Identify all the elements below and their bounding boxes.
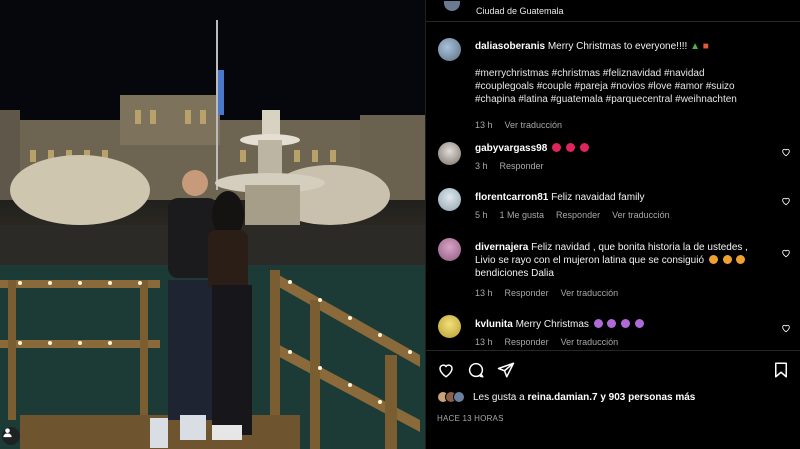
tree-emoji-icon: ▲ [690, 41, 700, 52]
heart-icon[interactable] [437, 361, 455, 379]
comment-like-heart-icon[interactable] [781, 248, 791, 258]
heart-eyes-emoji-icon [565, 143, 575, 152]
comment-username[interactable]: florentcarron81 [475, 192, 548, 203]
laughing-emoji-icon [708, 255, 718, 264]
caption-avatar[interactable] [438, 38, 461, 61]
post-panel: Ciudad de Guatemala daliasoberanis Merry… [425, 0, 800, 449]
comment-time: 13 h [475, 288, 493, 298]
photo-illustration [0, 0, 425, 449]
reply-button[interactable]: Responder [505, 337, 549, 347]
gift-emoji-icon: ■ [702, 41, 709, 52]
translate-link[interactable]: Ver traducción [612, 210, 670, 220]
comment-time: 13 h [475, 337, 493, 347]
comment-icon[interactable] [467, 361, 485, 379]
heart-eyes-emoji-icon [579, 143, 589, 152]
action-bar [426, 350, 800, 390]
reply-button[interactable]: Responder [500, 161, 544, 171]
heart-eyes-emoji-icon [552, 143, 562, 152]
comment-text-line-1: Feliz navidad , que bonita historia la d… [531, 242, 748, 253]
bookmark-icon[interactable] [772, 361, 790, 379]
comment-text-line-2: Livio se rayo con el mujeron latina que … [475, 255, 705, 266]
liker-avatar [453, 391, 465, 403]
comment-likes[interactable]: 1 Me gusta [500, 210, 545, 220]
party-emoji-icon [635, 319, 645, 328]
comment-like-heart-icon[interactable] [781, 196, 791, 206]
likes-summary: Les gusta a reina.damian.7 y 903 persona… [437, 391, 695, 403]
likes-prefix: Les gusta a [473, 391, 525, 403]
comment-text: Feliz navaidad family [551, 192, 645, 203]
author-avatar[interactable] [444, 0, 460, 11]
caption-translate-link[interactable]: Ver traducción [505, 120, 563, 130]
translate-link[interactable]: Ver traducción [561, 337, 619, 347]
party-emoji-icon [621, 319, 631, 328]
post-date: HACE 13 HORAS [437, 414, 504, 423]
reply-button[interactable]: Responder [556, 210, 600, 220]
party-emoji-icon [607, 319, 617, 328]
comment-username[interactable]: gabyvargass98 [475, 143, 547, 154]
comment-avatar[interactable] [438, 238, 461, 261]
comment-time: 3 h [475, 161, 488, 171]
comment-avatar[interactable] [438, 315, 461, 338]
reply-button[interactable]: Responder [505, 288, 549, 298]
comment-username[interactable]: kvlunita [475, 319, 513, 330]
hashtags-line-2[interactable]: #couplegoals #couple #pareja #novios #lo… [475, 80, 775, 93]
comment-avatar[interactable] [438, 142, 461, 165]
post-photo[interactable] [0, 0, 425, 449]
comment-like-heart-icon[interactable] [781, 323, 791, 333]
likes-count-link[interactable]: y 903 personas más [600, 392, 695, 403]
comment-text-line-3: bendiciones Dalia [475, 268, 554, 279]
comment-text: Merry Christmas [515, 319, 589, 330]
caption-time: 13 h [475, 120, 493, 130]
laughing-emoji-icon [736, 255, 746, 264]
send-icon[interactable] [497, 361, 515, 379]
hashtags-line-1[interactable]: #merrychristmas #christmas #feliznavidad… [475, 67, 775, 80]
location-link[interactable]: Ciudad de Guatemala [476, 6, 564, 16]
translate-link[interactable]: Ver traducción [561, 288, 619, 298]
caption-text: Merry Christmas to everyone!!!! [547, 41, 688, 52]
comment-time: 5 h [475, 210, 488, 220]
party-emoji-icon [593, 319, 603, 328]
caption-username[interactable]: daliasoberanis [475, 41, 545, 52]
post-header: Ciudad de Guatemala [426, 0, 800, 22]
comment-like-heart-icon[interactable] [781, 147, 791, 157]
likes-user-link[interactable]: reina.damian.7 [528, 392, 598, 403]
laughing-emoji-icon [722, 255, 732, 264]
user-tag-icon[interactable] [2, 427, 20, 445]
hashtags-line-3[interactable]: #chapina #latina #guatemala #parquecentr… [475, 93, 775, 106]
comment-avatar[interactable] [438, 188, 461, 211]
comment-username[interactable]: divernajera [475, 242, 528, 253]
